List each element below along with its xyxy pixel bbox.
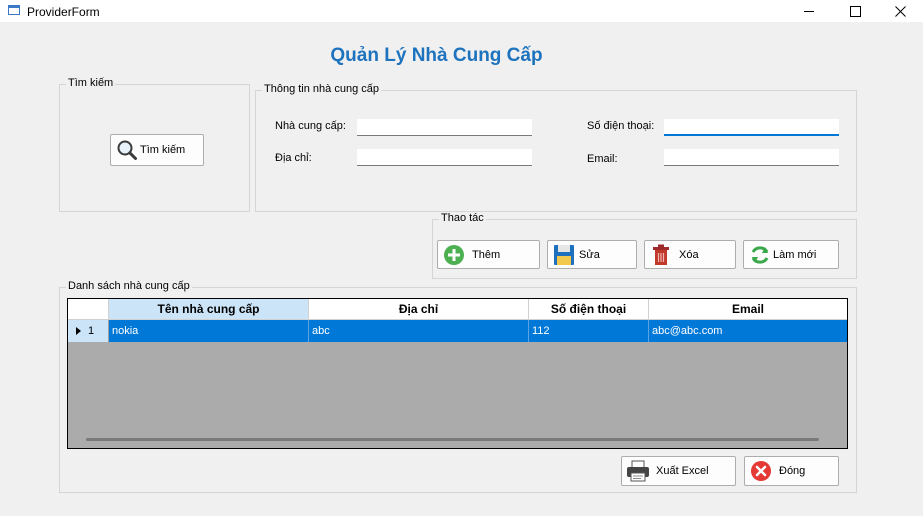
edit-button[interactable]: Sửa: [547, 240, 637, 269]
delete-button[interactable]: Xóa: [644, 240, 736, 269]
minimize-icon: [804, 10, 814, 12]
export-excel-label: Xuất Excel: [656, 465, 709, 477]
provider-name-label: Nhà cung cấp:: [275, 120, 346, 132]
row-index: 1: [88, 325, 95, 337]
phone-input[interactable]: [664, 119, 839, 136]
table-corner-cell: [68, 299, 109, 320]
horizontal-scrollbar[interactable]: [86, 438, 819, 441]
add-button[interactable]: Thêm: [437, 240, 540, 269]
current-row-arrow-icon: [76, 327, 81, 335]
provider-table[interactable]: Tên nhà cung cấp Địa chỉ Số điện thoại E…: [67, 298, 848, 449]
refresh-button-label: Làm mới: [773, 248, 817, 261]
window-title: ProviderForm: [27, 5, 100, 19]
column-header-phone[interactable]: Số điện thoại: [529, 299, 649, 320]
refresh-icon: [748, 243, 772, 267]
close-button-label: Đóng: [779, 465, 806, 477]
cell-phone[interactable]: 112: [529, 320, 649, 342]
maximize-button[interactable]: [832, 0, 878, 22]
cell-name[interactable]: nokia: [109, 320, 309, 342]
row-header[interactable]: 1: [68, 320, 109, 342]
close-circle-icon: [749, 459, 773, 483]
column-header-name[interactable]: Tên nhà cung cấp: [109, 299, 309, 320]
email-input[interactable]: [664, 149, 839, 166]
edit-button-label: Sửa: [579, 248, 600, 261]
minimize-button[interactable]: [786, 0, 832, 22]
provider-name-input[interactable]: [357, 119, 532, 136]
page-title: Quản Lý Nhà Cung Cấp: [330, 45, 543, 66]
maximize-icon: [849, 5, 861, 17]
cell-email[interactable]: abc@abc.com: [649, 320, 847, 342]
delete-button-label: Xóa: [679, 248, 699, 261]
close-icon: [894, 5, 906, 17]
table-header: Tên nhà cung cấp Địa chỉ Số điện thoại E…: [68, 299, 847, 320]
column-header-address[interactable]: Địa chỉ: [309, 299, 529, 320]
search-icon: [115, 138, 139, 162]
search-button[interactable]: Tìm kiếm: [110, 134, 204, 166]
trash-icon: [649, 243, 673, 267]
add-icon: [442, 243, 466, 267]
close-window-button[interactable]: [877, 0, 923, 22]
provider-info-group-label: Thông tin nhà cung cấp: [262, 83, 381, 95]
close-button[interactable]: Đóng: [744, 456, 839, 486]
column-header-email[interactable]: Email: [649, 299, 847, 320]
address-input[interactable]: [357, 149, 532, 166]
printer-icon: [626, 459, 650, 483]
table-row[interactable]: 1 nokia abc 112 abc@abc.com: [68, 320, 847, 342]
search-group-label: Tìm kiếm: [66, 77, 116, 89]
email-label: Email:: [587, 153, 618, 165]
provider-list-group-label: Danh sách nhà cung cấp: [66, 280, 192, 292]
title-bar: ProviderForm: [0, 0, 923, 22]
refresh-button[interactable]: Làm mới: [743, 240, 839, 269]
save-icon: [552, 243, 576, 267]
app-icon: [8, 5, 20, 15]
phone-label: Số điện thoại:: [587, 120, 655, 132]
address-label: Địa chỉ:: [275, 152, 312, 164]
cell-address[interactable]: abc: [309, 320, 529, 342]
search-button-label: Tìm kiếm: [140, 144, 186, 156]
actions-group-label: Thao tác: [439, 212, 486, 224]
export-excel-button[interactable]: Xuất Excel: [621, 456, 736, 486]
add-button-label: Thêm: [472, 248, 501, 261]
